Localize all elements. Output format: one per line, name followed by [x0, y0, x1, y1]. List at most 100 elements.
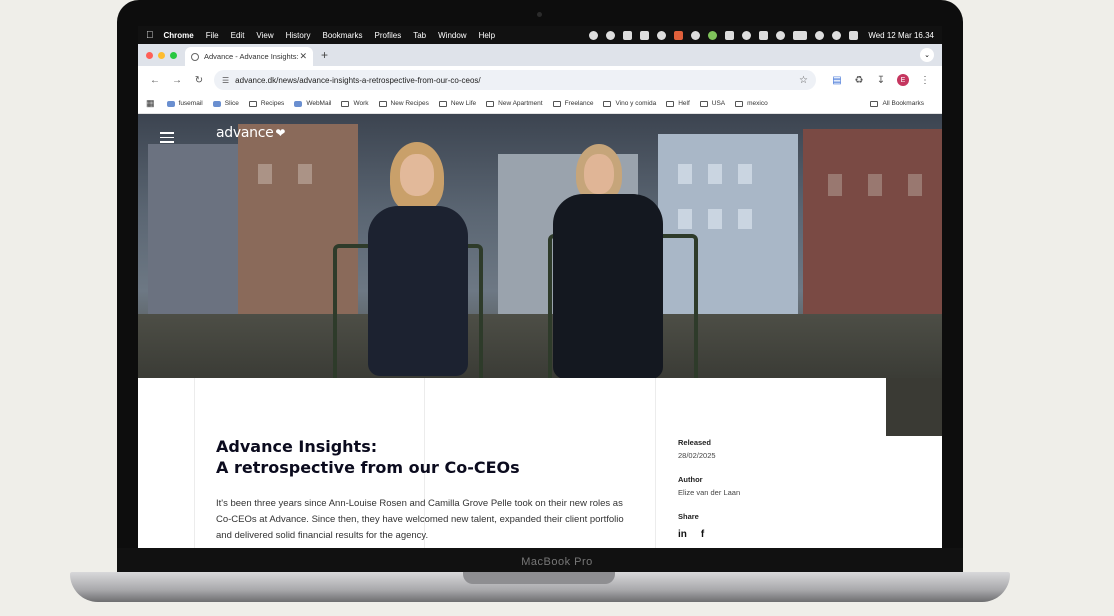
heart-logo-icon: ❤	[275, 126, 286, 140]
menu-window[interactable]: Window	[438, 31, 466, 40]
reading-list-icon[interactable]: ▤	[826, 75, 848, 86]
tab-title: Advance - Advance Insights: A retrospect…	[204, 52, 299, 61]
url-text[interactable]: advance.dk/news/advance-insights-a-retro…	[235, 76, 799, 85]
menu-tab[interactable]: Tab	[413, 31, 426, 40]
more-menu-icon[interactable]: ⋮	[914, 75, 936, 86]
apps-grid-icon[interactable]: ▦	[146, 98, 155, 109]
folder-icon	[248, 100, 257, 107]
site-info-icon[interactable]: ☰	[222, 76, 229, 85]
released-date: 28/02/2025	[678, 451, 716, 460]
window-shape	[738, 164, 752, 184]
author-name: Elize van der Laan	[678, 488, 741, 497]
menu-help[interactable]: Help	[479, 31, 495, 40]
bookmark-item[interactable]: New Apartment	[486, 100, 543, 107]
bookmark-item[interactable]: USA	[699, 100, 725, 107]
facebook-icon[interactable]: f	[701, 529, 704, 540]
person-body-shape	[553, 194, 663, 379]
forward-arrow-icon[interactable]: →	[166, 75, 188, 86]
bookmark-item[interactable]: fusemail	[166, 100, 203, 107]
bookmark-item[interactable]: Recipes	[248, 100, 284, 107]
column-divider	[655, 378, 656, 548]
bookmark-label: Vino y comida	[615, 100, 657, 107]
menu-history[interactable]: History	[286, 31, 311, 40]
released-label: Released	[678, 438, 711, 447]
bookmark-item[interactable]: New Life	[438, 100, 477, 107]
bookmark-item[interactable]: Freelance	[552, 100, 593, 107]
laptop-opening-notch	[463, 572, 615, 584]
profile-avatar[interactable]: E	[897, 74, 909, 86]
bookmark-item[interactable]: Work	[341, 100, 369, 107]
released-meta: Released 28/02/2025	[678, 438, 716, 460]
tray-app-icon[interactable]	[657, 30, 667, 40]
bookmark-label: fusemail	[178, 100, 203, 107]
bookmark-item[interactable]: New Recipes	[378, 100, 429, 107]
tray-app-icon[interactable]	[640, 30, 650, 40]
tray-app-icon[interactable]	[708, 30, 718, 40]
tray-app-icon[interactable]	[674, 30, 684, 40]
share-meta: Share in f	[678, 512, 704, 540]
screen:  Chrome File Edit View History Bookmark…	[138, 26, 942, 548]
battery-icon[interactable]	[793, 30, 808, 40]
tray-app-icon[interactable]	[606, 30, 616, 40]
apple-icon[interactable]: 	[146, 30, 154, 41]
menu-file[interactable]: File	[206, 31, 219, 40]
folder-icon	[666, 100, 675, 107]
tray-app-icon[interactable]	[623, 30, 633, 40]
browser-tab[interactable]: Advance - Advance Insights: A retrospect…	[185, 47, 313, 66]
menu-view[interactable]: View	[256, 31, 273, 40]
menu-profiles[interactable]: Profiles	[375, 31, 402, 40]
folder-icon	[552, 100, 561, 107]
extensions-icon[interactable]: ♻	[848, 75, 870, 86]
bookmark-item[interactable]: mexico	[735, 100, 768, 107]
share-label: Share	[678, 512, 699, 521]
tray-app-icon[interactable]	[725, 30, 735, 40]
all-bookmarks-button[interactable]: All Bookmarks	[870, 100, 924, 107]
wifi-icon[interactable]	[815, 30, 825, 40]
minimize-window-button[interactable]	[158, 52, 165, 59]
window-shape	[908, 174, 922, 196]
menu-edit[interactable]: Edit	[231, 31, 245, 40]
airplay-icon[interactable]	[742, 30, 752, 40]
bookmark-item[interactable]: Vino y comida	[603, 100, 656, 107]
back-arrow-icon[interactable]: ←	[144, 75, 166, 86]
linkedin-icon[interactable]: in	[678, 529, 687, 540]
zoom-window-button[interactable]	[170, 52, 177, 59]
article-card: Advance Insights: A retrospective from o…	[138, 378, 886, 548]
tray-app-icon[interactable]	[589, 30, 599, 40]
bookmark-label: New Life	[450, 100, 477, 107]
new-tab-button[interactable]: +	[313, 48, 336, 66]
reload-icon[interactable]: ↻	[188, 75, 210, 86]
window-shape	[708, 164, 722, 184]
site-logo[interactable]: advance ❤	[216, 125, 285, 141]
hamburger-menu-icon[interactable]	[160, 132, 174, 146]
folder-icon	[735, 100, 744, 107]
building-shape	[148, 144, 238, 324]
headline-line-1: Advance Insights:	[216, 437, 378, 456]
window-shape	[708, 209, 722, 229]
menu-app[interactable]: Chrome	[164, 31, 194, 40]
address-bar[interactable]: ☰ advance.dk/news/advance-insights-a-ret…	[214, 70, 816, 90]
menubar-clock[interactable]: Wed 12 Mar 16.34	[868, 31, 934, 40]
share-icons: in f	[678, 529, 704, 540]
download-icon[interactable]: ↧	[870, 75, 892, 86]
tray-app-icon[interactable]	[691, 30, 701, 40]
control-center-icon[interactable]	[849, 30, 859, 40]
close-window-button[interactable]	[146, 52, 153, 59]
slice-icon	[212, 100, 221, 107]
menu-bookmarks[interactable]: Bookmarks	[323, 31, 363, 40]
bookmark-label: New Apartment	[498, 100, 543, 107]
record-icon[interactable]	[776, 30, 786, 40]
bluetooth-icon[interactable]	[759, 30, 769, 40]
close-tab-icon[interactable]: ✕	[299, 51, 307, 62]
folder-icon	[341, 100, 350, 107]
folder-icon	[438, 100, 447, 107]
site-header: advance ❤	[138, 114, 942, 154]
bookmark-item[interactable]: Helf	[666, 100, 690, 107]
bookmark-star-icon[interactable]: ☆	[799, 75, 808, 86]
bookmark-item[interactable]: WebMail	[294, 100, 331, 107]
search-icon[interactable]	[832, 30, 842, 40]
tab-search-dropdown-icon[interactable]: ⌄	[920, 48, 934, 62]
bookmark-item[interactable]: Slice	[212, 100, 239, 107]
all-bookmarks-label: All Bookmarks	[882, 100, 924, 107]
building-shape	[803, 129, 942, 324]
